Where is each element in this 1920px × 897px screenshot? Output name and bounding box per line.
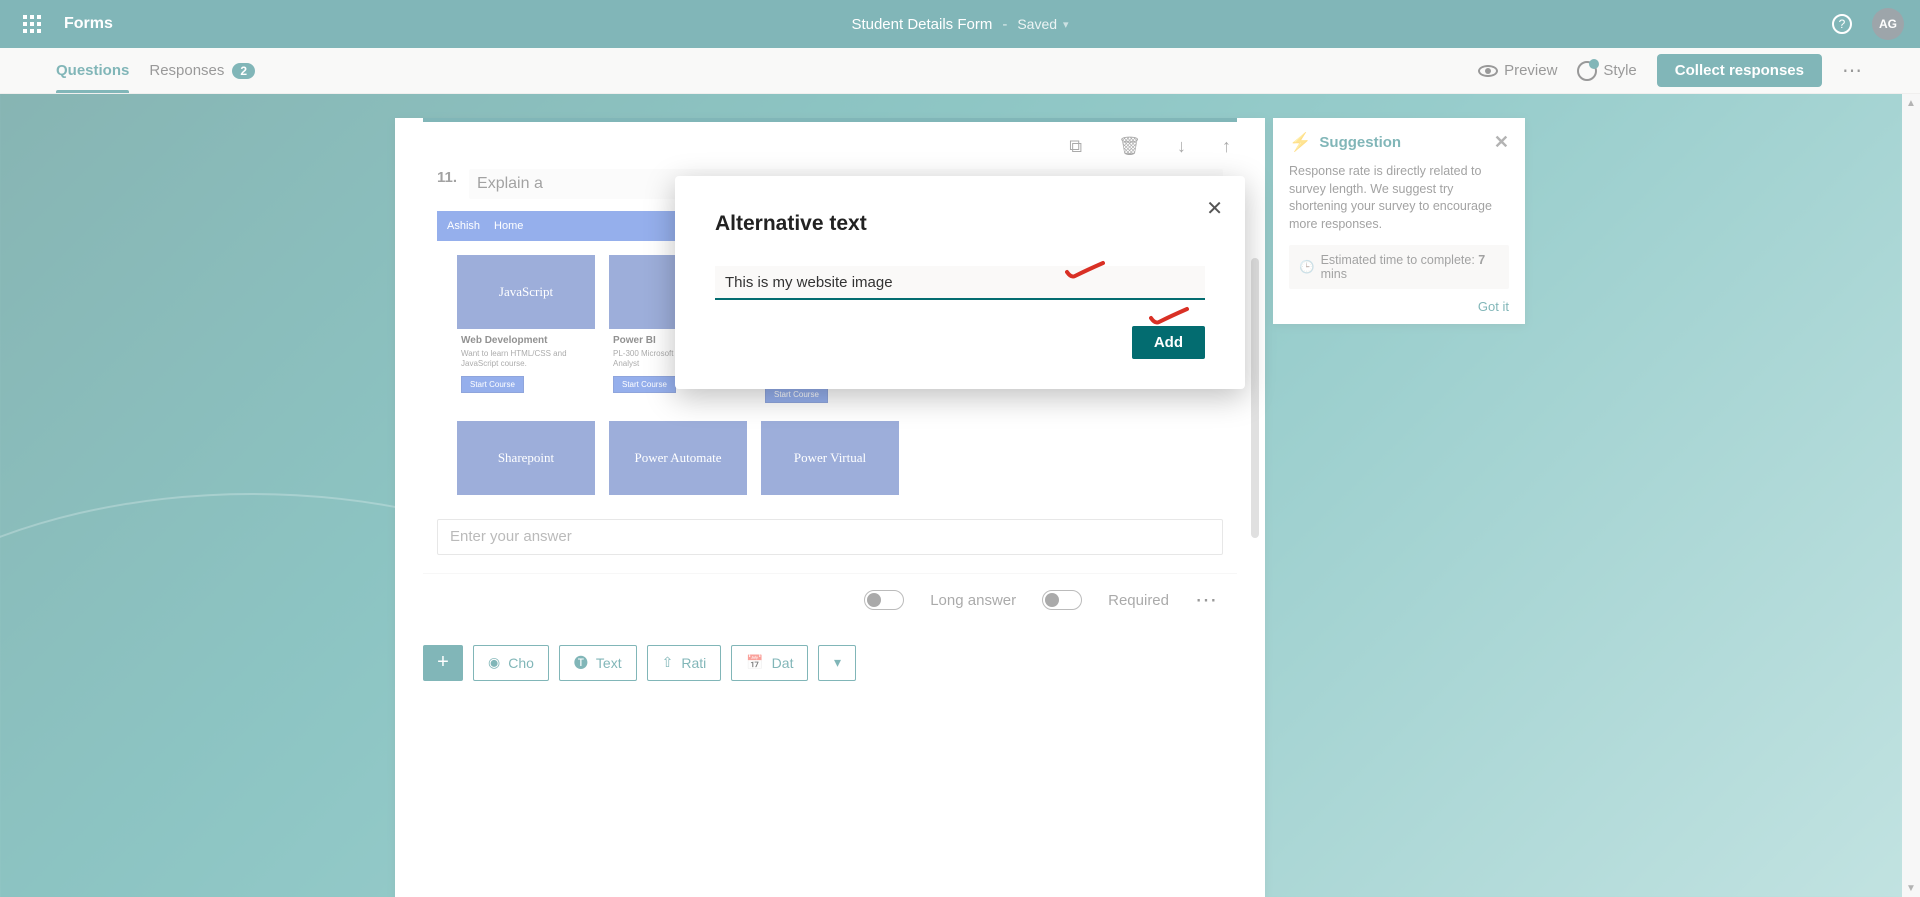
alt-text-modal: Alternative text ✕ Add — [675, 176, 1245, 389]
annotation-check-2 — [1149, 306, 1189, 326]
alt-text-input[interactable] — [715, 266, 1205, 300]
annotation-check-1 — [1065, 260, 1105, 280]
modal-overlay[interactable] — [0, 0, 1920, 897]
modal-add-button[interactable]: Add — [1132, 326, 1205, 359]
modal-close-button[interactable]: ✕ — [1206, 196, 1223, 221]
modal-title: Alternative text — [715, 212, 1205, 236]
